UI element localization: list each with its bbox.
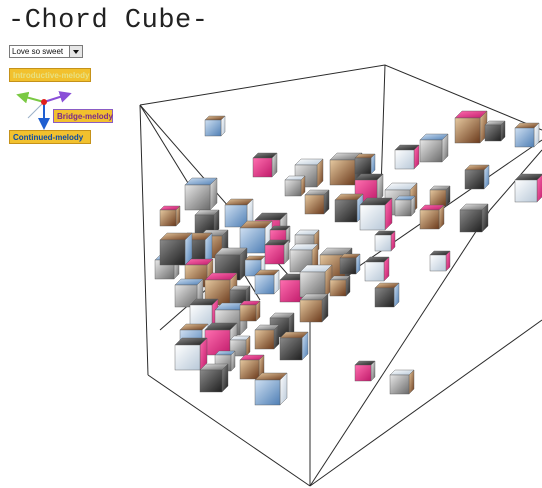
chord-cube: [419, 209, 440, 230]
chord-cube: [299, 271, 326, 298]
chord-cube: [429, 189, 447, 207]
chord-cube: [459, 209, 483, 233]
chord-cube: [159, 239, 186, 266]
chord-cube: [354, 364, 372, 382]
chord-cube: [364, 261, 385, 282]
chord-cube: [429, 254, 447, 272]
chord-cube: [299, 299, 323, 323]
chord-cube: [174, 344, 201, 371]
chord-cube: [374, 287, 395, 308]
chord-cube: [329, 279, 347, 297]
chord-cube: [252, 157, 273, 178]
chord-cube: [254, 379, 281, 406]
chord-cube: [254, 329, 275, 350]
chord-cube: [484, 124, 502, 142]
chord-cube: [334, 199, 358, 223]
chord-cube: [464, 169, 485, 190]
chord-cube: [329, 159, 356, 186]
chord-cube: [279, 337, 303, 361]
chord-cube: [254, 274, 275, 295]
chord-cube: [199, 369, 223, 393]
chord-cube: [394, 199, 412, 217]
chord-cube: [159, 209, 177, 227]
chord-cube: [374, 234, 392, 252]
chord-cube: [419, 139, 443, 163]
chord-cube: [339, 257, 357, 275]
chord-cube: [354, 157, 372, 175]
chord-cube: [304, 194, 325, 215]
chord-cube: [514, 127, 535, 148]
chord-cube: [514, 179, 538, 203]
chord-cube: [189, 304, 213, 328]
chord-cube: [239, 304, 257, 322]
chord-cube: [279, 279, 303, 303]
chord-cube: [394, 149, 415, 170]
chord-cube: [264, 244, 285, 265]
chord-cube-cluster: [154, 110, 542, 406]
chord-cube-viewport[interactable]: [0, 0, 542, 488]
chord-cube: [224, 204, 248, 228]
chord-cube: [239, 359, 260, 380]
chord-cube: [359, 204, 386, 231]
chord-cube: [389, 374, 410, 395]
chord-cube: [454, 117, 481, 144]
chord-cube: [204, 119, 222, 137]
chord-cube: [184, 184, 211, 211]
chord-cube: [284, 179, 302, 197]
